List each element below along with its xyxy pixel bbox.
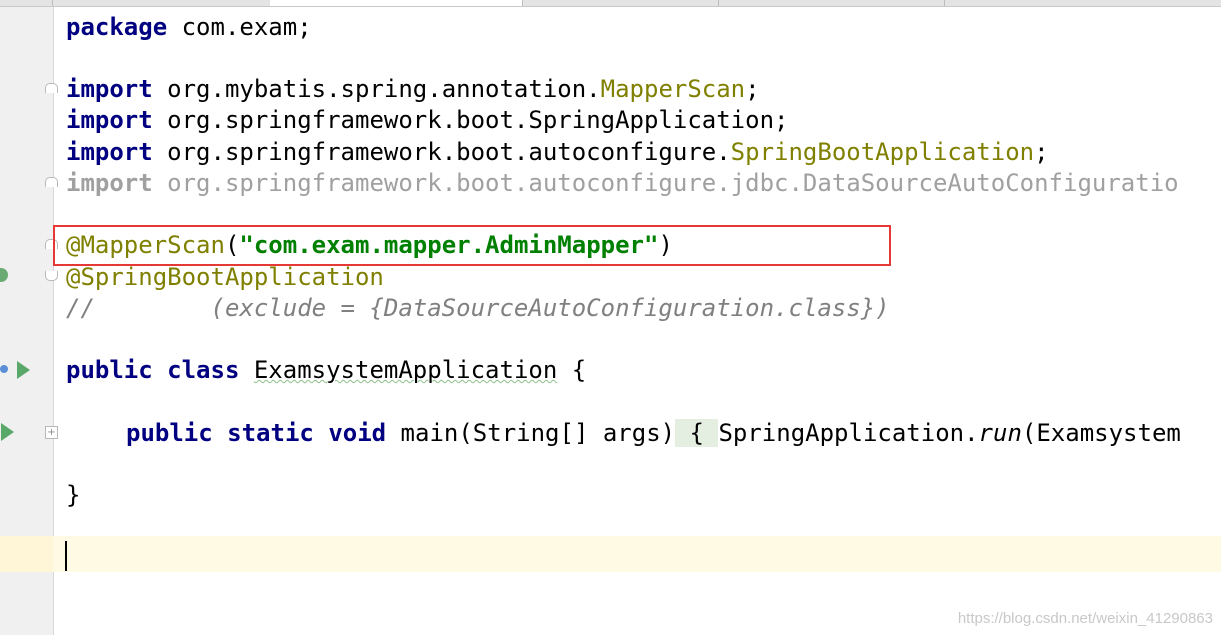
fold-close-icon[interactable] [45, 271, 58, 281]
watermark: https://blog.csdn.net/weixin_41290863 [957, 610, 1213, 627]
code-line-import: import org.springframework.boot.SpringAp… [66, 106, 789, 134]
gutter-current-line [0, 536, 53, 572]
current-line-highlight [0, 536, 1221, 572]
editor-tab-bar [0, 0, 1221, 7]
code-line-springboot-annotation: @SpringBootApplication [66, 263, 384, 291]
run-main-icon[interactable] [1, 423, 14, 441]
debug-icon[interactable] [0, 365, 8, 373]
code-line-class-close: } [66, 481, 81, 509]
code-line-main-method: public static void main(String[] args) {… [126, 419, 1181, 447]
code-line-import-unused: import org.springframework.boot.autoconf… [66, 169, 1179, 197]
fold-end-icon[interactable] [45, 177, 58, 187]
code-line-class-decl: public class ExamsystemApplication { [66, 356, 587, 384]
fold-expand-icon[interactable]: + [45, 426, 58, 439]
editor-tab-active[interactable] [270, 0, 523, 6]
fold-open-icon[interactable] [45, 83, 58, 93]
code-line-import: import org.mybatis.spring.annotation.Map… [66, 75, 760, 103]
editor-tab[interactable] [522, 0, 719, 6]
run-class-icon[interactable] [17, 361, 30, 379]
code-line-import: import org.springframework.boot.autoconf… [66, 138, 1049, 166]
text-caret [65, 541, 67, 571]
annotation-highlight-box [53, 225, 891, 266]
editor-tab[interactable] [944, 0, 1221, 6]
code-line-comment: // (exclude = {DataSourceAutoConfigurati… [66, 294, 890, 322]
editor-tab[interactable] [0, 0, 53, 6]
editor-tab[interactable] [718, 0, 945, 6]
code-line-package: package com.exam; [66, 13, 312, 41]
